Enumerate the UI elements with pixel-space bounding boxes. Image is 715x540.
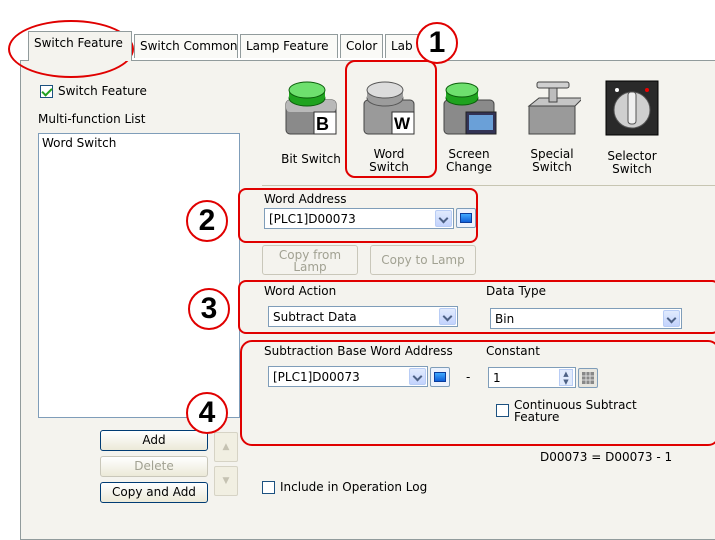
selector-switch-option[interactable]: [603, 78, 661, 138]
move-up-button[interactable]: ▲: [214, 432, 238, 462]
switch-feature-checkbox-label: Switch Feature: [58, 84, 147, 98]
copy-from-lamp-button[interactable]: Copy from Lamp: [262, 245, 358, 275]
special-switch-option[interactable]: [523, 78, 585, 138]
tab-switch-common[interactable]: Switch Common: [134, 34, 238, 58]
divider: [262, 185, 715, 186]
screen-change-label-line2: Change: [446, 160, 492, 174]
word-action-highlight: [238, 280, 715, 334]
add-button[interactable]: Add: [100, 430, 208, 451]
callout-4: 4: [186, 392, 228, 434]
formula-text: D00073 = D00073 - 1: [540, 450, 673, 464]
screen-change-option[interactable]: [440, 78, 498, 138]
callout-2: 2: [186, 200, 228, 242]
bit-switch-icon: [285, 81, 337, 135]
copy-to-lamp-button[interactable]: Copy to Lamp: [370, 245, 476, 275]
tab-color[interactable]: Color: [340, 34, 383, 58]
copy-and-add-button[interactable]: Copy and Add: [100, 482, 208, 503]
arrow-down-icon: ▼: [222, 476, 230, 486]
switch-feature-checkbox[interactable]: [40, 85, 53, 98]
delete-button[interactable]: Delete: [100, 456, 208, 477]
special-switch-icon: [527, 81, 585, 135]
word-switch-highlight: [345, 60, 437, 178]
word-address-highlight: [238, 188, 478, 243]
subtraction-highlight: [240, 340, 715, 446]
screen-change-icon: [443, 82, 497, 135]
copy-from-lamp-label-line2: Lamp: [293, 260, 327, 274]
selector-switch-label-line2: Switch: [612, 162, 652, 176]
list-item[interactable]: Word Switch: [39, 134, 239, 152]
arrow-up-icon: ▲: [222, 442, 230, 452]
move-down-button[interactable]: ▼: [214, 466, 238, 496]
bit-switch-label: Bit Switch: [281, 152, 341, 166]
special-switch-label-line2: Switch: [532, 160, 572, 174]
operation-log-checkbox[interactable]: [262, 481, 275, 494]
callout-3: 3: [188, 288, 230, 330]
bit-switch-option[interactable]: B: [282, 78, 340, 138]
tab-lamp-feature[interactable]: Lamp Feature: [240, 34, 338, 58]
selector-switch-icon: [605, 80, 659, 136]
callout-1: 1: [416, 22, 458, 64]
multi-function-list-title: Multi-function List: [38, 112, 146, 126]
tab-switch-feature[interactable]: Switch Feature: [28, 31, 132, 61]
multi-function-list[interactable]: Word Switch: [38, 133, 240, 418]
operation-log-label: Include in Operation Log: [280, 480, 428, 494]
